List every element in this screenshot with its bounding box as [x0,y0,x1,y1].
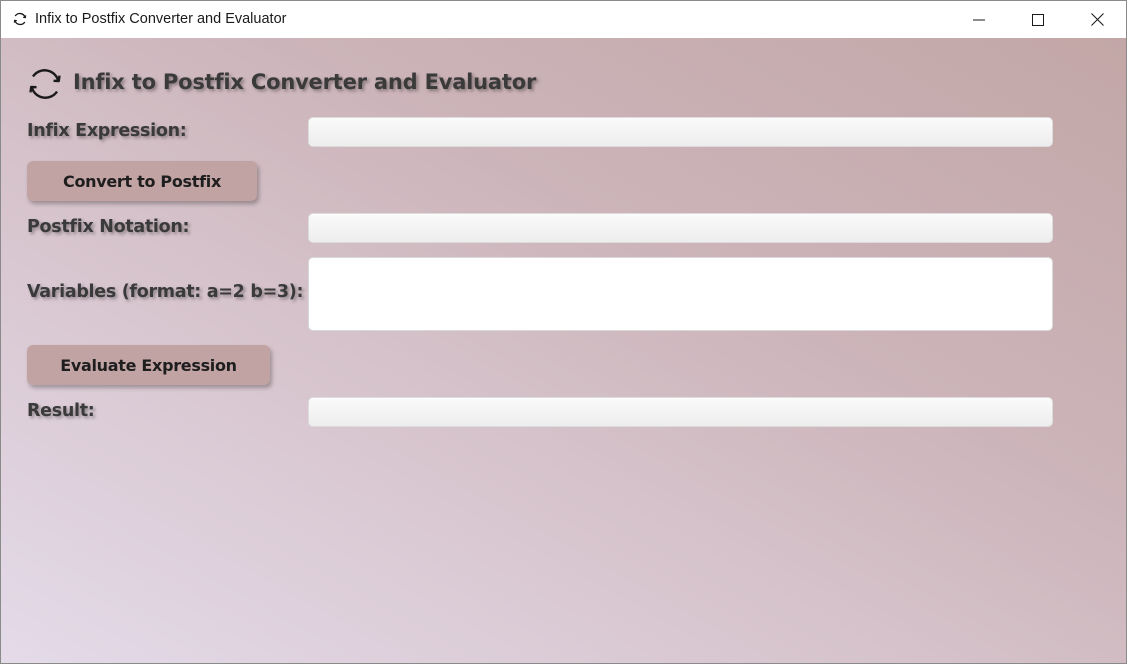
result-output[interactable] [308,397,1053,427]
close-button[interactable] [1068,1,1126,38]
minimize-button[interactable] [950,1,1008,38]
postfix-notation-output[interactable] [308,213,1053,243]
app-window: Infix to Postfix Converter and Evaluator [0,0,1127,664]
postfix-notation-label: Postfix Notation: [27,217,190,237]
variables-input[interactable] [308,257,1053,331]
infix-expression-label: Infix Expression: [27,121,187,141]
variables-label: Variables (format: a=2 b=3): [27,282,304,302]
window-title: Infix to Postfix Converter and Evaluator [35,11,287,27]
maximize-button[interactable] [1009,1,1067,38]
infix-expression-input[interactable] [308,117,1053,147]
result-label: Result: [27,401,95,421]
page-title: Infix to Postfix Converter and Evaluator [73,70,537,94]
convert-to-postfix-button[interactable]: Convert to Postfix [27,161,257,201]
close-icon [1090,13,1104,26]
refresh-icon [13,12,27,26]
main-content: Infix to Postfix Converter and Evaluator… [1,38,1126,663]
refresh-icon [29,69,61,99]
title-bar[interactable]: Infix to Postfix Converter and Evaluator [1,1,1126,38]
maximize-icon [1032,13,1044,26]
evaluate-expression-button[interactable]: Evaluate Expression [27,345,270,385]
minimize-icon [973,19,985,20]
